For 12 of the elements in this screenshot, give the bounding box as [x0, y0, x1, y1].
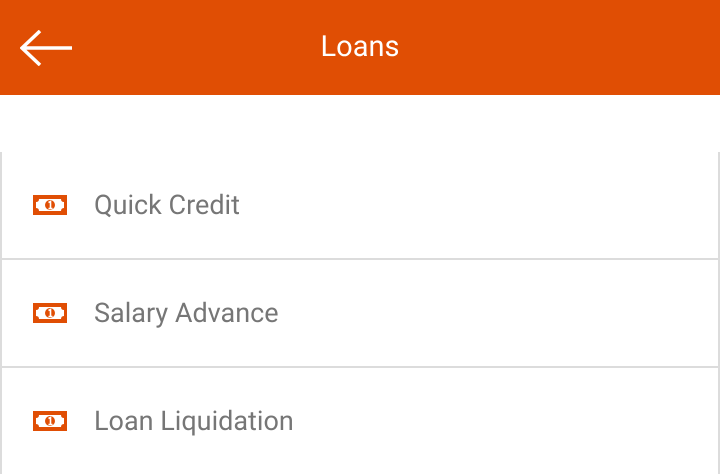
back-arrow-icon: [20, 30, 74, 66]
back-button[interactable]: [20, 28, 74, 68]
banknote-icon: [33, 411, 67, 431]
banknote-icon: [33, 195, 67, 215]
screen-title: Loans: [320, 28, 400, 66]
list-item-label: Salary Advance: [94, 296, 279, 331]
list-item[interactable]: Loan Liquidation: [2, 368, 718, 474]
list-item-label: Loan Liquidation: [94, 404, 294, 439]
list-item[interactable]: Quick Credit: [2, 152, 718, 260]
banknote-icon: [33, 303, 67, 323]
list-item[interactable]: Salary Advance: [2, 260, 718, 368]
list-item-label: Quick Credit: [94, 188, 240, 223]
